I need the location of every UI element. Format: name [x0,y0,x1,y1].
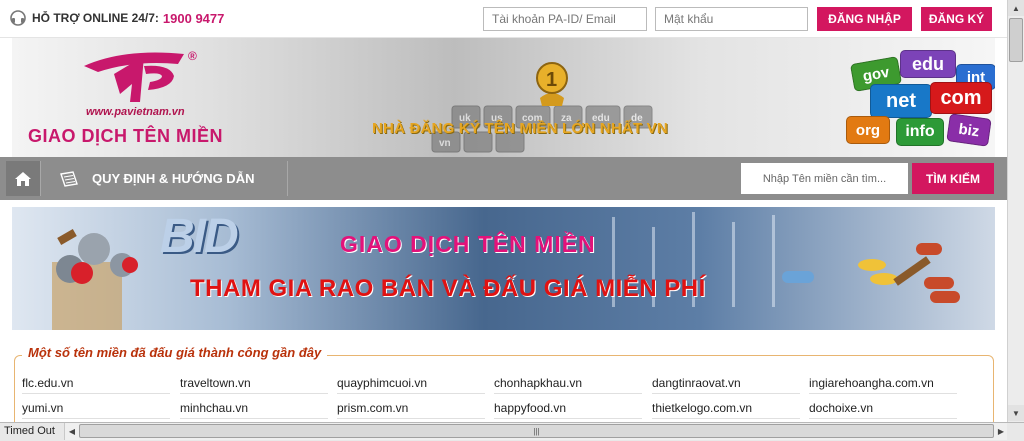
scroll-right-icon[interactable]: ▶ [994,423,1008,439]
nav-guide[interactable]: QUY ĐỊNH & HƯỚNG DẪN [44,161,288,196]
support-info: HỖ TRỢ ONLINE 24/7: 1900 9477 [10,10,224,26]
auction-domain-link[interactable]: flc.edu.vn [22,372,170,394]
tld-badges: gov edu int net com org info biz [844,46,995,154]
award-number-one-icon: 1 [536,62,568,106]
status-text: Timed Out [4,425,55,437]
search-button[interactable]: TÌM KIẾM [912,163,994,194]
auction-domain-link[interactable]: dochoixe.vn [809,397,957,419]
scroll-down-icon[interactable]: ▼ [1008,405,1024,421]
tld-badge: com [930,82,992,114]
auction-domain-link[interactable]: chonhapkhau.vn [494,372,642,394]
tld-badge: biz [946,113,992,147]
account-input[interactable] [483,7,647,31]
auction-domain-link[interactable]: yumi.vn [22,397,170,419]
register-button[interactable]: ĐĂNG KÝ [921,7,992,31]
pavietnam-logo: ® [84,49,197,102]
keyboard-graphic: uk us com za edu de vn [431,105,653,153]
domain-search-input[interactable] [741,163,908,194]
scroll-left-icon[interactable]: ◀ [65,423,79,439]
svg-text:1: 1 [546,69,557,91]
auction-domain-link[interactable]: happyfood.vn [494,397,642,419]
auction-list-heading: Một số tên miền đã đấu giá thành công gầ… [22,345,328,360]
auction-domain-link[interactable]: ingiarehoangha.com.vn [809,372,957,394]
password-input[interactable] [655,7,808,31]
horizontal-scrollbar[interactable]: ◀ ||| ▶ [64,423,1007,440]
support-label: HỖ TRỢ ONLINE 24/7: [32,11,159,25]
logo-url: www.pavietnam.vn [86,106,185,118]
header-banner: uk us com za edu de vn ® www.pavietnam.v… [12,38,995,157]
document-icon [60,170,78,187]
auction-domain-link[interactable]: quayphimcuoi.vn [337,372,485,394]
tld-badge: edu [900,50,956,78]
registered-mark: ® [188,49,197,63]
tld-badge: org [846,116,890,144]
scroll-up-icon[interactable]: ▲ [1008,0,1024,16]
auction-domain-link[interactable]: prism.com.vn [337,397,485,419]
key-label: vn [439,138,451,149]
login-button[interactable]: ĐĂNG NHẬP [817,7,912,31]
auction-domain-link[interactable]: minhchau.vn [180,397,328,419]
tld-badge: net [870,84,932,118]
home-icon [15,171,31,186]
banner-slogan: NHÀ ĐĂNG KÝ TÊN MIỀN LỚN NHẤT VN [372,120,668,137]
scroll-thumb[interactable] [1009,18,1023,62]
promo-heading: GIAO DỊCH TÊN MIỀN [340,231,596,257]
auction-domain-link[interactable]: dangtinraovat.vn [652,372,800,394]
vertical-scrollbar[interactable]: ▲ ▼ [1007,0,1024,422]
promo-subheading: THAM GIA RAO BÁN VÀ ĐẤU GIÁ MIỄN PHÍ [190,275,706,302]
top-bar: HỖ TRỢ ONLINE 24/7: 1900 9477 ĐĂNG NHẬP … [0,0,1007,38]
tld-badge: info [896,118,944,146]
nav-guide-label: QUY ĐỊNH & HƯỚNG DẪN [92,171,255,186]
bid-word: BID [160,210,239,263]
headset-icon [10,10,26,26]
nav-home[interactable] [6,161,41,196]
banner-title: GIAO DỊCH TÊN MIỀN [28,126,224,146]
promo-banner: BID GIAO DỊCH TÊN MIỀN THAM GIA RAO BÁN … [12,207,995,330]
horizontal-scroll-thumb[interactable]: ||| [79,424,994,438]
auction-domain-link[interactable]: traveltown.vn [180,372,328,394]
auction-domain-link[interactable]: thietkelogo.com.vn [652,397,800,419]
support-phone[interactable]: 1900 9477 [163,11,224,26]
